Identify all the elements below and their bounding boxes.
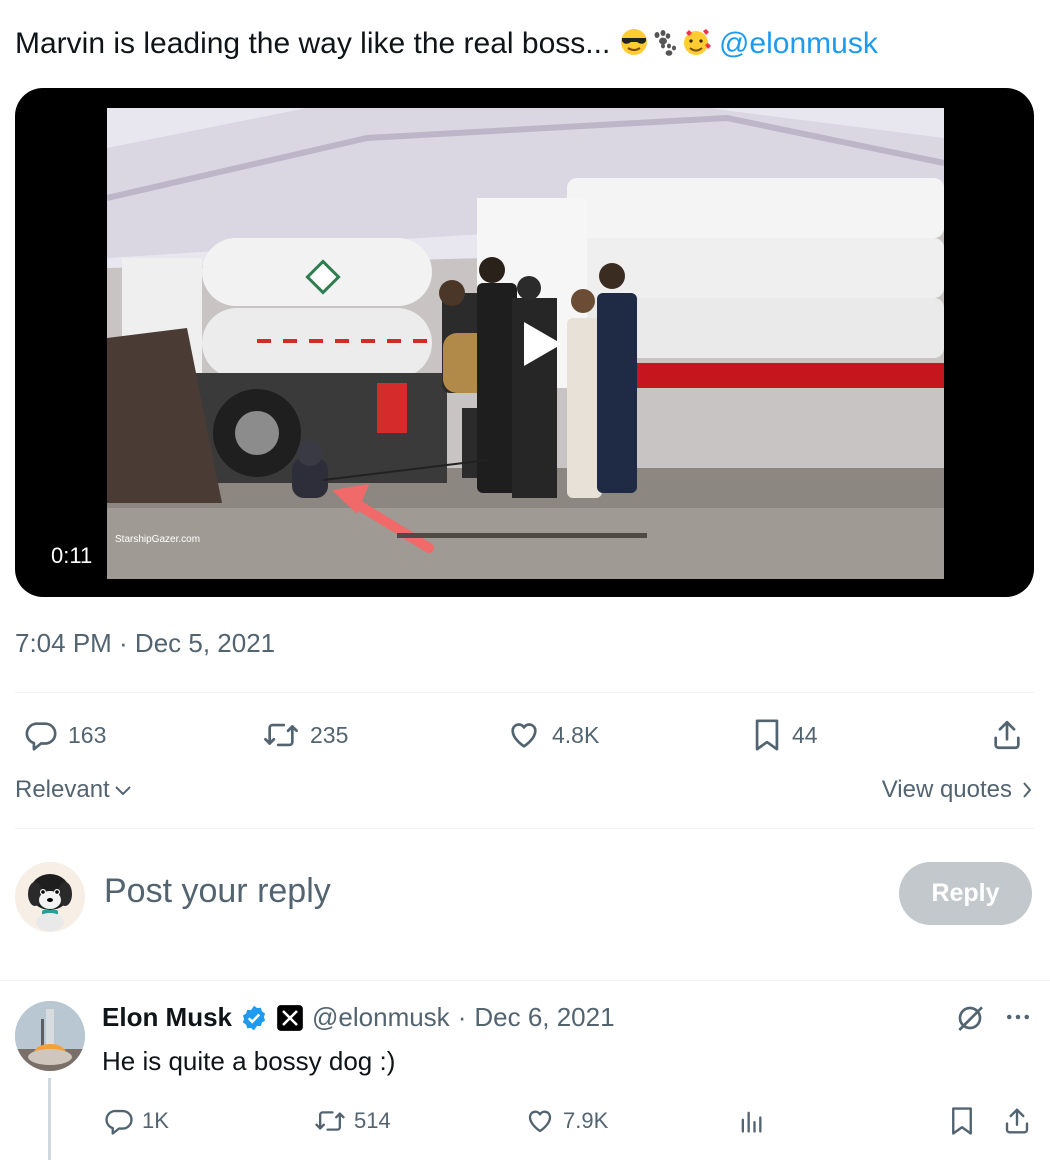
- repost-icon: [315, 1111, 345, 1131]
- chevron-right-icon: [1023, 782, 1032, 798]
- reply-reply-count: 1K: [142, 1108, 169, 1133]
- bookmark-icon: [755, 719, 779, 751]
- reply-text: He is quite a bossy dog :): [102, 1046, 396, 1076]
- reply-handle[interactable]: @elonmusk: [312, 1002, 450, 1033]
- reply-button[interactable]: Reply: [899, 862, 1032, 925]
- user-avatar[interactable]: [15, 862, 85, 932]
- sunglasses-face-icon: [619, 26, 649, 70]
- share-icon: [1005, 1108, 1029, 1134]
- reply-icon: [25, 722, 57, 751]
- reply-header: Elon Musk @elonmusk · Dec 6, 2021: [102, 1002, 615, 1033]
- bookmark-count: 44: [792, 721, 818, 748]
- reply-action[interactable]: 163: [24, 718, 106, 752]
- thread-line: [48, 1078, 51, 1160]
- more-icon: [1007, 1014, 1029, 1020]
- tweet-body: Marvin is leading the way like the real …: [15, 27, 619, 60]
- video-duration: 0:11: [51, 543, 93, 568]
- analytics-icon: [741, 1111, 762, 1133]
- heart-icon: [511, 723, 537, 748]
- heart-icon: [528, 1110, 552, 1133]
- video-player[interactable]: StarshipGazer.com 0:11: [15, 88, 1034, 597]
- bookmark-action[interactable]: 44: [752, 718, 818, 752]
- paw-prints-icon: [649, 26, 681, 70]
- sort-label: Relevant: [15, 776, 110, 803]
- sort-dropdown[interactable]: Relevant: [15, 776, 132, 804]
- tweet-text: Marvin is leading the way like the real …: [15, 22, 878, 70]
- reply-repost-count: 514: [354, 1108, 391, 1133]
- reply-input[interactable]: Post your reply: [104, 872, 331, 911]
- x-affiliate-badge-icon: [277, 1004, 303, 1031]
- share-action[interactable]: [990, 718, 1024, 752]
- chevron-down-icon: [115, 786, 131, 796]
- watermark-text: StarshipGazer.com: [115, 534, 200, 545]
- divider: [15, 828, 1034, 829]
- verified-badge-icon: [242, 1005, 266, 1030]
- reply-views-action[interactable]: [737, 1106, 765, 1136]
- reply-count: 163: [68, 721, 107, 748]
- reply-repost-action[interactable]: 514: [314, 1106, 391, 1136]
- reply-icon: [105, 1109, 133, 1135]
- grok-button[interactable]: [954, 1002, 986, 1039]
- play-icon[interactable]: [522, 320, 564, 368]
- repost-action[interactable]: 235: [262, 718, 348, 752]
- reply-like-count: 7.9K: [563, 1108, 609, 1133]
- repost-count: 235: [310, 721, 349, 748]
- reply-date[interactable]: Dec 6, 2021: [474, 1002, 614, 1033]
- reply-bookmark-action[interactable]: [948, 1106, 976, 1136]
- tweet-timestamp[interactable]: 7:04 PM · Dec 5, 2021: [15, 628, 275, 659]
- divider: [0, 980, 1050, 981]
- share-icon: [994, 720, 1020, 750]
- reply-author-name[interactable]: Elon Musk: [102, 1002, 232, 1033]
- bookmark-icon: [952, 1107, 972, 1135]
- repost-icon: [264, 723, 298, 747]
- reply-reply-action[interactable]: 1K: [104, 1106, 169, 1136]
- like-count: 4.8K: [552, 721, 600, 748]
- mention-link[interactable]: @elonmusk: [719, 27, 878, 60]
- reply-share-action[interactable]: [1002, 1106, 1032, 1136]
- separator-dot: ·: [457, 1002, 467, 1032]
- grok-icon: [958, 1006, 983, 1031]
- more-options-button[interactable]: [1003, 1002, 1033, 1037]
- like-action[interactable]: 4.8K: [506, 718, 599, 752]
- reply-author-avatar[interactable]: [15, 1001, 85, 1071]
- view-quotes-label: View quotes: [881, 776, 1012, 803]
- view-quotes-link[interactable]: View quotes: [882, 776, 1032, 804]
- reply-like-action[interactable]: 7.9K: [525, 1106, 608, 1136]
- divider: [15, 692, 1034, 693]
- smiling-face-with-hearts-icon: [681, 26, 711, 70]
- rocket-launch-image: [15, 1001, 85, 1071]
- dog-avatar-image: [15, 862, 85, 932]
